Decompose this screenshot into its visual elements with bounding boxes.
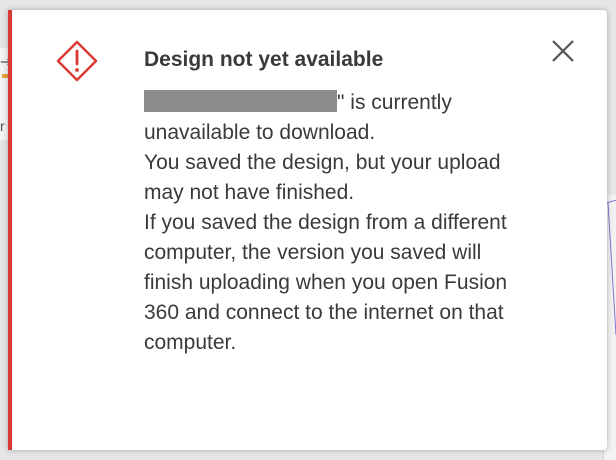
notification-toast: Design not yet available " is currently …: [8, 10, 607, 450]
close-icon[interactable]: [548, 36, 578, 66]
redacted-filename: [144, 90, 337, 112]
warning-diamond-icon: [56, 40, 98, 82]
message-line-upload: You saved the design, but your upload ma…: [144, 151, 501, 204]
message-line-other-computer: If you saved the design from a different…: [144, 211, 508, 354]
notification-title: Design not yet available: [144, 48, 384, 71]
message-line-filename: " is currently unavailable to download.: [144, 88, 514, 148]
notification-message: " is currently unavailable to download. …: [144, 88, 514, 358]
background-caret-icon: r: [0, 118, 5, 134]
